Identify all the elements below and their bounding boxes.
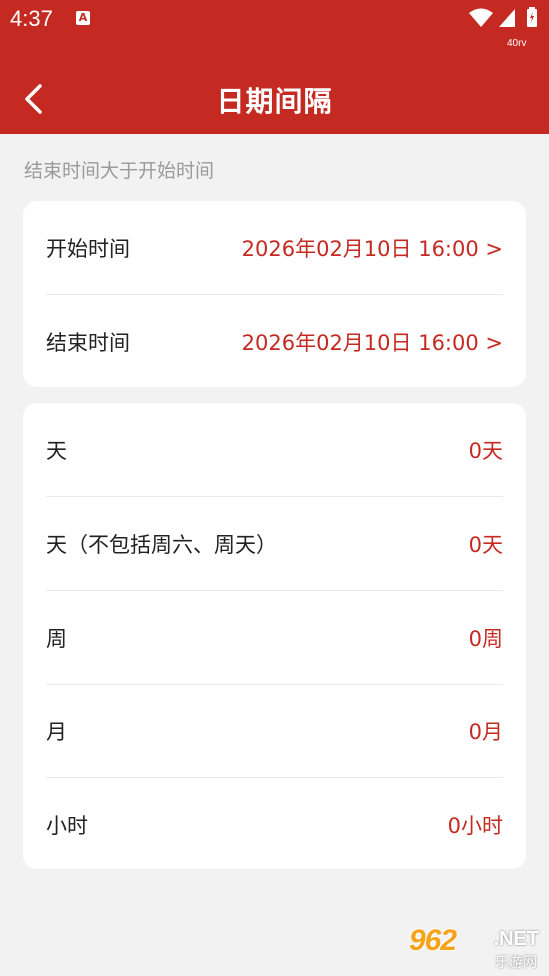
result-row-hours: 小时 0小时 — [46, 778, 503, 871]
result-card: 天 0天 天（不包括周六、周天） 0天 周 0周 月 0月 小时 0小时 — [23, 403, 526, 869]
result-row-days: 天 0天 — [46, 403, 503, 496]
start-time-label: 开始时间 — [46, 236, 130, 261]
hint-text: 结束时间大于开始时间 — [24, 160, 215, 182]
result-row-weeks: 周 0周 — [46, 591, 503, 684]
page-title: 日期间隔 — [216, 85, 333, 118]
time-card: 开始时间 2026年02月10日 16:00 > 结束时间 2026年02月10… — [23, 201, 526, 387]
result-value: 0月 — [468, 719, 503, 744]
watermark-net: .NET — [493, 928, 539, 950]
watermark-logo: 962 .NET 乐游网 — [409, 924, 541, 972]
result-label: 月 — [46, 719, 67, 744]
result-value: 0天 — [468, 438, 503, 463]
notification-icon: A — [76, 11, 90, 25]
result-label: 天 — [46, 438, 67, 463]
result-label: 周 — [46, 626, 67, 651]
result-value: 0周 — [468, 626, 503, 651]
status-bar: 4:37 A 40rv — [0, 0, 549, 62]
result-value: 0天 — [468, 532, 503, 557]
battery-icon — [527, 7, 537, 27]
result-value: 0小时 — [447, 813, 503, 838]
result-label: 天（不包括周六、周天） — [46, 532, 277, 557]
end-time-label: 结束时间 — [46, 330, 130, 355]
net-speed: 40rv — [507, 38, 527, 49]
end-time-value[interactable]: 2026年02月10日 16:00 > — [242, 327, 503, 357]
end-time-row[interactable]: 结束时间 2026年02月10日 16:00 > — [46, 295, 503, 388]
watermark-sub: 乐游网 — [495, 955, 537, 971]
result-label: 小时 — [46, 813, 88, 838]
watermark-main: 962 — [409, 924, 457, 957]
wifi-icon — [469, 8, 493, 27]
status-time: 4:37 — [10, 6, 53, 31]
result-row-workdays: 天（不包括周六、周天） 0天 — [46, 497, 503, 590]
app-bar: 日期间隔 — [0, 62, 549, 134]
result-row-months: 月 0月 — [46, 684, 503, 777]
signal-icon — [499, 9, 515, 27]
start-time-value[interactable]: 2026年02月10日 16:00 > — [242, 233, 503, 263]
start-time-row[interactable]: 开始时间 2026年02月10日 16:00 > — [46, 201, 503, 294]
